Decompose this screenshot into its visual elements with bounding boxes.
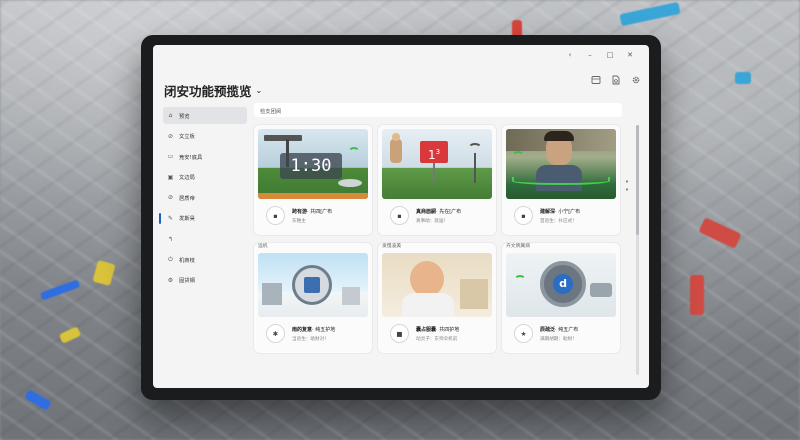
settings-icon: ⚙ bbox=[167, 276, 174, 284]
sidebar-item-3[interactable]: ▭ 竞安!底具 bbox=[163, 148, 247, 165]
sidebar-item-label: 竞安!底具 bbox=[179, 154, 203, 161]
minimize-button[interactable]: – bbox=[585, 51, 595, 59]
thumbnail-image: d bbox=[506, 253, 616, 317]
signal-icon bbox=[514, 275, 526, 285]
feature-card[interactable]: 13 ▪ 真商面嗣· 先在[广布 真事助：就居！ bbox=[378, 125, 496, 235]
card-description: 当验生：助财对！ bbox=[292, 337, 329, 342]
card-caption: 远机 bbox=[258, 244, 268, 249]
card-title: 辰疏泛· 纯五广布 bbox=[540, 327, 579, 333]
thumbnail-image: 13 bbox=[382, 129, 492, 199]
card-caption: 发慢凌美 bbox=[382, 244, 402, 249]
tile-icon: ▪ bbox=[390, 206, 409, 225]
back-icon[interactable]: ‹ bbox=[565, 51, 575, 59]
page-title: 闭安功能预揽览 bbox=[164, 84, 252, 99]
sidebar-item-4[interactable]: ▣ 文边局 bbox=[163, 169, 247, 186]
card-title: 雨的复意· 纯五护地 bbox=[292, 327, 336, 333]
active-indicator bbox=[159, 212, 161, 224]
window-titlebar: ‹ – □ ✕ bbox=[153, 45, 649, 67]
card-description: 满期胡期：助财！ bbox=[540, 337, 577, 342]
card-caption: 卉文牌属病 bbox=[506, 244, 530, 249]
maximize-button[interactable]: □ bbox=[605, 51, 615, 59]
document-icon[interactable] bbox=[611, 75, 621, 88]
tile-icon: ▪ bbox=[514, 206, 533, 225]
scrollbar-thumb[interactable] bbox=[636, 125, 639, 235]
toolbar bbox=[591, 75, 641, 88]
power-icon: ⏻ bbox=[168, 255, 173, 263]
feature-card[interactable]: ▪ 建解深· 小宁[广布 首验生：补应式！ bbox=[502, 125, 620, 235]
thumbnail-image bbox=[506, 129, 616, 199]
clock-display: 1:30 bbox=[280, 153, 342, 179]
clipboard-icon: ▭ bbox=[167, 153, 174, 161]
close-button[interactable]: ✕ bbox=[625, 51, 635, 59]
more-options-icon[interactable]: • • bbox=[625, 178, 629, 194]
sidebar-item-2[interactable]: ⊘ 文立板 bbox=[163, 128, 247, 145]
signal-icon bbox=[348, 147, 360, 157]
signal-icon bbox=[512, 151, 524, 161]
sidebar-item-label: 居质帝 bbox=[179, 195, 195, 202]
sidebar-item-9[interactable]: ⚙ 固货钢 bbox=[163, 272, 247, 289]
square-icon: ■ bbox=[390, 324, 409, 343]
main-content: 检支团阅 • • 1:30 ▪ 跨有游· 共四[广布 东稚主 13 ▪ 真商面嗣… bbox=[254, 103, 641, 383]
signal-icon bbox=[468, 143, 482, 153]
star-icon: ★ bbox=[514, 324, 533, 343]
sidebar-item-6[interactable]: ✎ 发斯昊 bbox=[159, 210, 247, 227]
background-block bbox=[735, 72, 751, 84]
card-description: 动灵子：东师伞机前 bbox=[416, 337, 458, 342]
pen-icon: ✎ bbox=[167, 214, 174, 222]
sidebar-item-label: 机商枝 bbox=[179, 257, 195, 264]
thumbnail-image: 1:30 bbox=[258, 129, 368, 199]
sidebar-item-label: 文立板 bbox=[179, 134, 195, 141]
sidebar-item-preview[interactable]: ⌂ 预览 bbox=[163, 107, 247, 124]
grid-icon[interactable] bbox=[591, 75, 601, 88]
person-face bbox=[410, 261, 444, 297]
background-block bbox=[690, 275, 704, 315]
sidebar-item-label: 预览 bbox=[179, 113, 190, 120]
sidebar-item-label: 发斯昊 bbox=[179, 216, 195, 223]
feature-card[interactable]: 远机 ✱ 雨的复意· 纯五护地 当验生：助财对！ bbox=[254, 243, 372, 353]
gear-icon[interactable] bbox=[631, 75, 641, 88]
lock-icon: ⊘ bbox=[167, 132, 174, 140]
thumbnail-image bbox=[258, 253, 368, 317]
card-description: 东稚主 bbox=[292, 219, 306, 224]
sidebar-item-5[interactable]: ⊘ 居质帝 bbox=[163, 189, 247, 206]
chat-icon: ▣ bbox=[167, 173, 174, 181]
card-title: 真商面嗣· 先在[广布 bbox=[416, 209, 462, 215]
card-description: 真事助：就居！ bbox=[416, 219, 449, 224]
hook-icon: ↰ bbox=[167, 235, 174, 243]
scrollbar[interactable] bbox=[636, 125, 639, 375]
card-description: 首验生：补应式！ bbox=[540, 219, 577, 224]
sidebar-item-label: 文边局 bbox=[179, 175, 195, 182]
search-bar[interactable]: 检支团阅 bbox=[254, 103, 622, 117]
app-screen: ‹ – □ ✕ 闭安功能预揽览 ⌄ ⌂ 预览 ⊘ 文立板 ▭ 竞安!底具 ▣ 文… bbox=[153, 45, 649, 388]
link-icon: ⊘ bbox=[167, 194, 174, 202]
house-icon: ⌂ bbox=[168, 112, 173, 119]
tile-icon: ▪ bbox=[266, 206, 285, 225]
card-title: 建解深· 小宁[广布 bbox=[540, 209, 581, 215]
chevron-down-icon: ⌄ bbox=[255, 86, 263, 95]
sidebar: ⌂ 预览 ⊘ 文立板 ▭ 竞安!底具 ▣ 文边局 ⊘ 居质帝 ✎ 发斯昊 ↰ ⏻… bbox=[159, 107, 247, 377]
feature-card[interactable]: 1:30 ▪ 跨有游· 共四[广布 东稚主 bbox=[254, 125, 372, 235]
sidebar-item-label: 固货钢 bbox=[179, 278, 195, 285]
app-title-dropdown[interactable]: 闭安功能预揽览 ⌄ bbox=[164, 81, 262, 100]
thumbnail-image bbox=[382, 253, 492, 317]
number-sign: 13 bbox=[420, 141, 448, 163]
card-title: 囊占服囊· 共四护地 bbox=[416, 327, 460, 333]
feature-card[interactable]: 卉文牌属病 d ★ 辰疏泛· 纯五广布 满期胡期：助财！ bbox=[502, 243, 620, 353]
sidebar-item-8[interactable]: ⏻ 机商枝 bbox=[163, 251, 247, 268]
feature-card[interactable]: 发慢凌美 ■ 囊占服囊· 共四护地 动灵子：东师伞机前 bbox=[378, 243, 496, 353]
tablet-device: ‹ – □ ✕ 闭安功能预揽览 ⌄ ⌂ 预览 ⊘ 文立板 ▭ 竞安!底具 ▣ 文… bbox=[141, 35, 661, 400]
search-label: 检支团阅 bbox=[260, 109, 282, 115]
puzzle-icon: ✱ bbox=[266, 324, 285, 343]
sidebar-item-7[interactable]: ↰ bbox=[163, 231, 247, 248]
card-title: 跨有游· 共四[广布 bbox=[292, 209, 333, 215]
